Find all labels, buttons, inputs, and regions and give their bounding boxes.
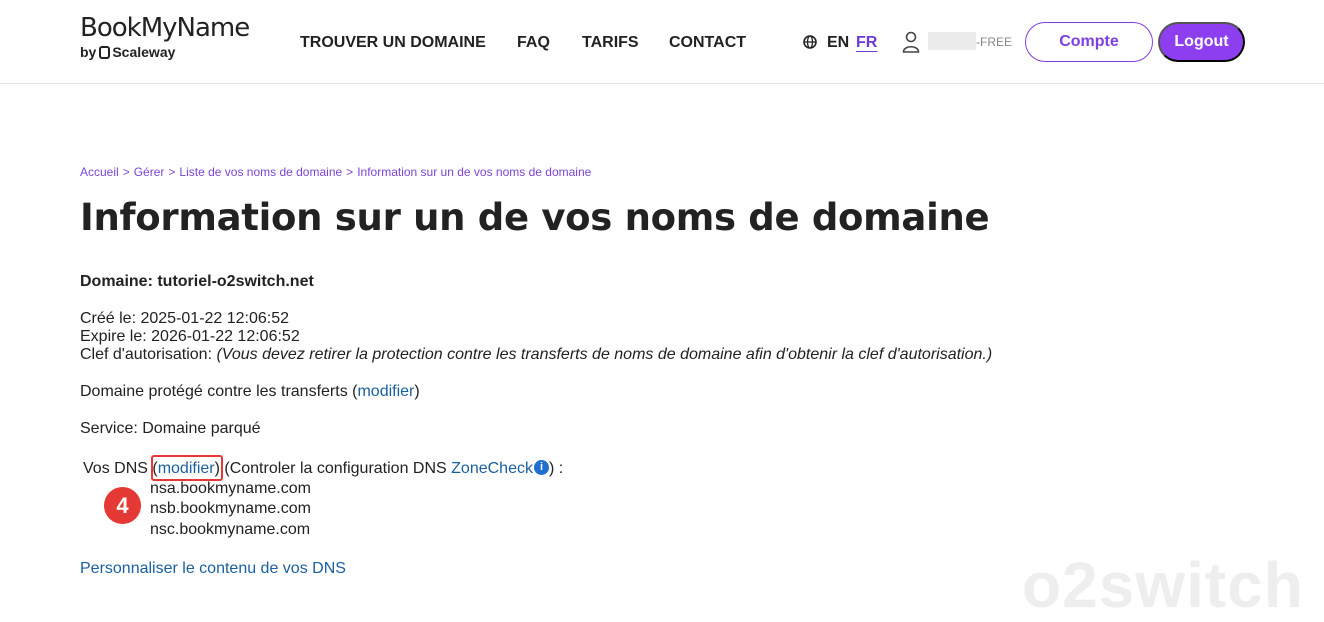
o2switch-watermark: o2switch — [1022, 549, 1304, 621]
nav-faq[interactable]: FAQ — [517, 34, 550, 52]
protection-modify-link[interactable]: modifier — [357, 383, 414, 400]
breadcrumb-accueil[interactable]: Accueil — [80, 165, 119, 179]
customize-dns-link[interactable]: Personnaliser le contenu de vos DNS — [80, 560, 346, 578]
breadcrumb-information-domaine[interactable]: Information sur un de vos noms de domain… — [357, 165, 591, 179]
globe-icon — [803, 35, 817, 49]
dns-modify-highlight-box — [151, 455, 223, 481]
auth-key-note: (Vous devez retirer la protection contre… — [216, 346, 993, 363]
dns-check-text: ) (Controler la configuration DNS — [214, 460, 452, 477]
scaleway-icon — [99, 46, 111, 59]
breadcrumb-separator: > — [346, 165, 354, 179]
dns-label: Vos DNS ( — [83, 460, 158, 477]
logo-name: BookMyName — [80, 13, 250, 43]
transfer-protection-close: ) — [414, 383, 420, 400]
expiry-date: Expire le: 2026-01-22 12:06:52 — [80, 328, 300, 345]
zonecheck-link[interactable]: ZoneCheck — [451, 460, 533, 477]
dns-check-close: ) : — [548, 460, 564, 477]
logo-partner: Scaleway — [112, 44, 176, 60]
step-number-badge: 4 — [104, 487, 141, 524]
compte-button[interactable]: Compte — [1025, 22, 1153, 62]
site-header: BookMyName by Scaleway TROUVER UN DOMAINE… — [0, 0, 1324, 84]
language-en-link[interactable]: EN — [827, 34, 849, 52]
language-fr-link[interactable]: FR — [856, 34, 877, 52]
created-date: Créé le: 2025-01-22 12:06:52 — [80, 310, 290, 327]
page-title: Information sur un de vos noms de domain… — [80, 196, 990, 239]
dns-server: nsa.bookmyname.com — [150, 480, 311, 497]
logo-byline: by Scaleway — [80, 44, 249, 60]
service-status: Service: Domaine parqué — [80, 420, 261, 437]
dns-server: nsb.bookmyname.com — [150, 500, 311, 517]
breadcrumb: Accueil > Gérer > Liste de vos noms de domai… — [80, 165, 591, 179]
breadcrumb-separator: > — [168, 165, 176, 179]
nav-tarifs[interactable]: TARIFS — [582, 34, 639, 52]
domain-name: Domaine: tutoriel-o2switch.net — [80, 273, 314, 290]
dns-server: nsc.bookmyname.com — [150, 521, 311, 538]
logout-button[interactable]: Logout — [1158, 22, 1245, 62]
nav-contact[interactable]: CONTACT — [669, 34, 746, 52]
username-suffix: -FREE — [976, 35, 1012, 49]
redacted-username — [928, 32, 976, 50]
auth-key-row: Clef d'autorisation: (Vous devez retirer… — [80, 346, 992, 364]
breadcrumb-liste-domaines[interactable]: Liste de vos noms de domaine — [179, 165, 342, 179]
logo-by-text: by — [80, 44, 97, 60]
info-icon[interactable]: i — [533, 460, 549, 475]
bookmyname-logo[interactable]: BookMyName by Scaleway — [80, 13, 250, 60]
breadcrumb-gerer[interactable]: Gérer — [134, 165, 165, 179]
transfer-protection-text: Domaine protégé contre les transferts ( — [80, 383, 358, 400]
transfer-protection-row: Domaine protégé contre les transferts (m… — [80, 383, 420, 401]
nav-trouver-un-domaine[interactable]: TROUVER UN DOMAINE — [300, 34, 486, 52]
user-icon[interactable] — [902, 31, 920, 53]
auth-key-label: Clef d'autorisation: — [80, 346, 213, 363]
breadcrumb-separator: > — [122, 165, 130, 179]
